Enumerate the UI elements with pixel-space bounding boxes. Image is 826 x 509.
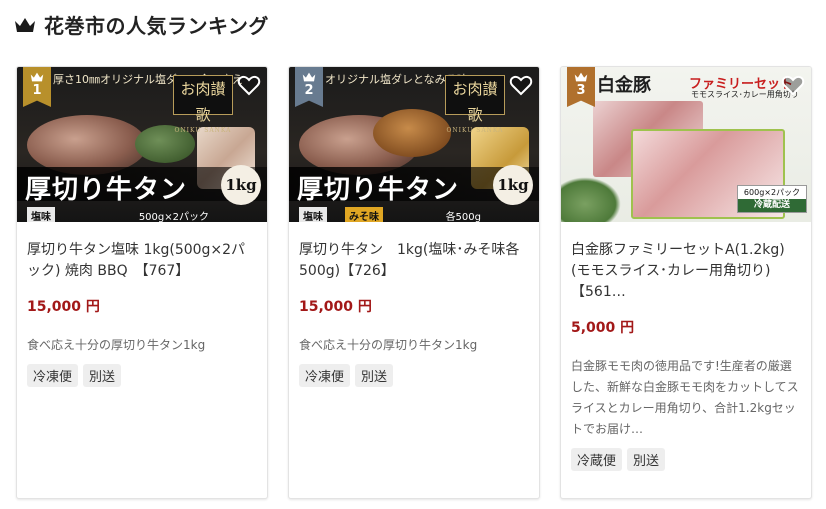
rank-badge: 1 (23, 67, 51, 107)
ranking-header: 花巻市の人気ランキング (14, 10, 269, 39)
heart-icon[interactable] (237, 73, 261, 97)
image-banner-text: 厚切り牛タン (25, 175, 188, 205)
product-card[interactable]: オリジナル塩ダレとなみそ味 お肉讃歌 ONIKU SANKA 厚切り牛タン 1kg… (288, 66, 540, 499)
product-description: 食べ応え十分の厚切り牛タン1kg (27, 338, 206, 352)
crown-icon (302, 72, 316, 82)
tag-frozen: 冷凍便 (299, 364, 351, 387)
product-image[interactable]: 白金豚 ファミリーセット モモスライス･カレー用角切り 600g×2パック 冷蔵… (561, 67, 811, 222)
meat-photo (27, 115, 147, 175)
product-image[interactable]: オリジナル塩ダレとなみそ味 お肉讃歌 ONIKU SANKA 厚切り牛タン 1kg… (289, 67, 539, 222)
tag-list: 冷凍便 別送 (299, 364, 529, 387)
product-price: 15,000 円 (27, 299, 100, 315)
product-name[interactable]: 白金豚ファミリーセットA(1.2kg)(モモスライス･カレー用角切り)【561… (571, 240, 801, 303)
product-card[interactable]: 厚さ10㎜オリジナル塩ダレの食べ応え お肉讃歌 ONIKU SANKA 厚切り牛タ… (16, 66, 268, 499)
pack-label: 各500g (445, 212, 481, 222)
rank-number: 2 (304, 83, 314, 98)
rank-badge: 3 (567, 67, 595, 107)
flavor-label: 塩味 (299, 207, 327, 222)
weight-badge: 1kg (221, 165, 261, 205)
heart-icon[interactable] (509, 73, 533, 97)
cold-shipping-label: 冷蔵配送 (738, 199, 806, 212)
tag-refrigerated: 冷蔵便 (571, 448, 623, 471)
rank-number: 1 (32, 83, 42, 98)
brand-logo: 白金豚 (597, 75, 651, 96)
brand-logo: お肉讃歌 ONIKU SANKA (173, 75, 233, 134)
product-image[interactable]: 厚さ10㎜オリジナル塩ダレの食べ応え お肉讃歌 ONIKU SANKA 厚切り牛タ… (17, 67, 267, 222)
tag-list: 冷蔵便 別送 (571, 448, 801, 471)
tag-list: 冷凍便 別送 (27, 364, 257, 387)
brand-logo: お肉讃歌 ONIKU SANKA (445, 75, 505, 134)
ranking-title: 花巻市の人気ランキング (44, 14, 269, 38)
herb-photo (561, 177, 621, 222)
tag-separate-shipping: 別送 (83, 364, 122, 387)
weight-badge: 1kg (493, 165, 533, 205)
crown-icon (30, 72, 44, 82)
flavor-label: 塩味 (27, 207, 55, 222)
product-name[interactable]: 厚切り牛タン塩味 1kg(500g×2パック) 焼肉 BBQ 【767】 (27, 240, 257, 282)
product-price: 5,000 円 (571, 320, 635, 336)
crown-icon (574, 72, 588, 82)
product-price: 15,000 円 (299, 299, 372, 315)
crown-icon (15, 17, 35, 32)
miso-meat-photo (373, 109, 451, 157)
product-card[interactable]: 白金豚 ファミリーセット モモスライス･カレー用角切り 600g×2パック 冷蔵… (560, 66, 812, 499)
pack-label: 500g×2パック (138, 212, 209, 222)
flavor-label: みそ味 (345, 207, 383, 222)
image-banner-text: 厚切り牛タン (297, 175, 460, 205)
product-description: 白金豚モモ肉の徳用品です!生産者の厳選した、新鮮な白金豚モモ肉をカットしてスライ… (571, 359, 799, 436)
heart-icon[interactable] (781, 73, 805, 97)
tag-frozen: 冷凍便 (27, 364, 79, 387)
tag-separate-shipping: 別送 (627, 448, 666, 471)
product-description: 食べ応え十分の厚切り牛タン1kg (299, 338, 478, 352)
rank-badge: 2 (295, 67, 323, 107)
tag-separate-shipping: 別送 (355, 364, 394, 387)
pack-label: 600g×2パック 冷蔵配送 (737, 185, 807, 213)
product-name[interactable]: 厚切り牛タン 1kg(塩味･みそ味各500g)【726】 (299, 240, 529, 282)
rank-number: 3 (576, 83, 586, 98)
